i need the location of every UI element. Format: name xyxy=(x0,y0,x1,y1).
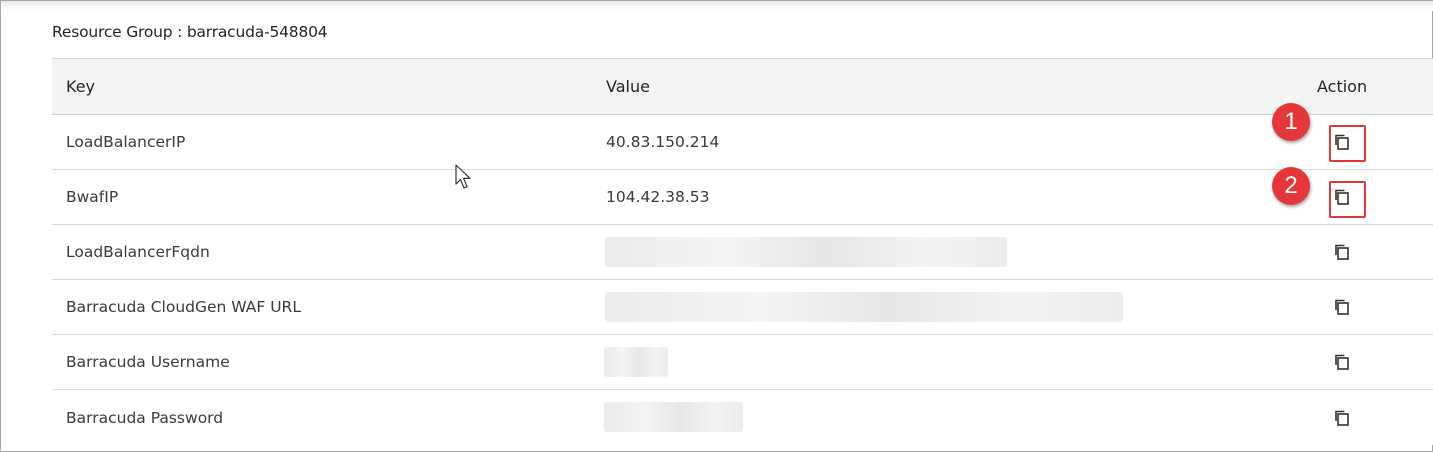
table-row: BwafIP 104.42.38.53 xyxy=(52,170,1433,225)
row-key: Barracuda CloudGen WAF URL xyxy=(66,298,301,316)
header-value: Value xyxy=(606,77,650,96)
redacted-value xyxy=(604,402,743,432)
highlight-box-2 xyxy=(1329,181,1366,218)
table-row: Barracuda CloudGen WAF URL xyxy=(52,280,1433,335)
copy-icon xyxy=(1335,354,1349,370)
row-value[interactable]: 104.42.38.53 xyxy=(606,170,710,224)
table-row: Barracuda Password xyxy=(52,390,1433,445)
row-key: Barracuda Username xyxy=(66,353,230,371)
table-row: LoadBalancerIP 40.83.150.214 xyxy=(52,115,1433,170)
copy-icon xyxy=(1335,244,1349,260)
copy-icon xyxy=(1335,299,1349,315)
row-key: LoadBalancerFqdn xyxy=(66,243,210,261)
outputs-table: Key Value Action LoadBalancerIP 40.83.15… xyxy=(52,58,1433,445)
copy-button[interactable] xyxy=(1322,225,1362,279)
redacted-value xyxy=(605,237,1007,267)
header-key: Key xyxy=(66,77,96,96)
table-row: LoadBalancerFqdn xyxy=(52,225,1433,280)
resource-group-title: Resource Group : barracuda-548804 xyxy=(52,23,328,41)
highlight-box-1 xyxy=(1329,125,1366,162)
row-key: BwafIP xyxy=(66,188,119,206)
step-badge-2: 2 xyxy=(1272,167,1310,205)
copy-button[interactable] xyxy=(1322,335,1362,389)
row-value[interactable]: 40.83.150.214 xyxy=(606,115,719,169)
header-action: Action xyxy=(1317,77,1368,96)
copy-button[interactable] xyxy=(1322,390,1362,445)
copy-button[interactable] xyxy=(1322,280,1362,334)
redacted-value xyxy=(604,347,668,377)
top-shadow xyxy=(2,1,1433,11)
mouse-pointer-icon xyxy=(455,164,471,189)
table-header: Key Value Action xyxy=(52,59,1433,115)
copy-icon xyxy=(1335,410,1349,426)
redacted-value xyxy=(605,292,1123,322)
row-key: LoadBalancerIP xyxy=(66,133,186,151)
resource-group-panel: Resource Group : barracuda-548804 Key Va… xyxy=(0,0,1433,452)
table-row: Barracuda Username xyxy=(52,335,1433,390)
step-badge-1: 1 xyxy=(1272,103,1310,141)
row-key: Barracuda Password xyxy=(66,408,224,427)
